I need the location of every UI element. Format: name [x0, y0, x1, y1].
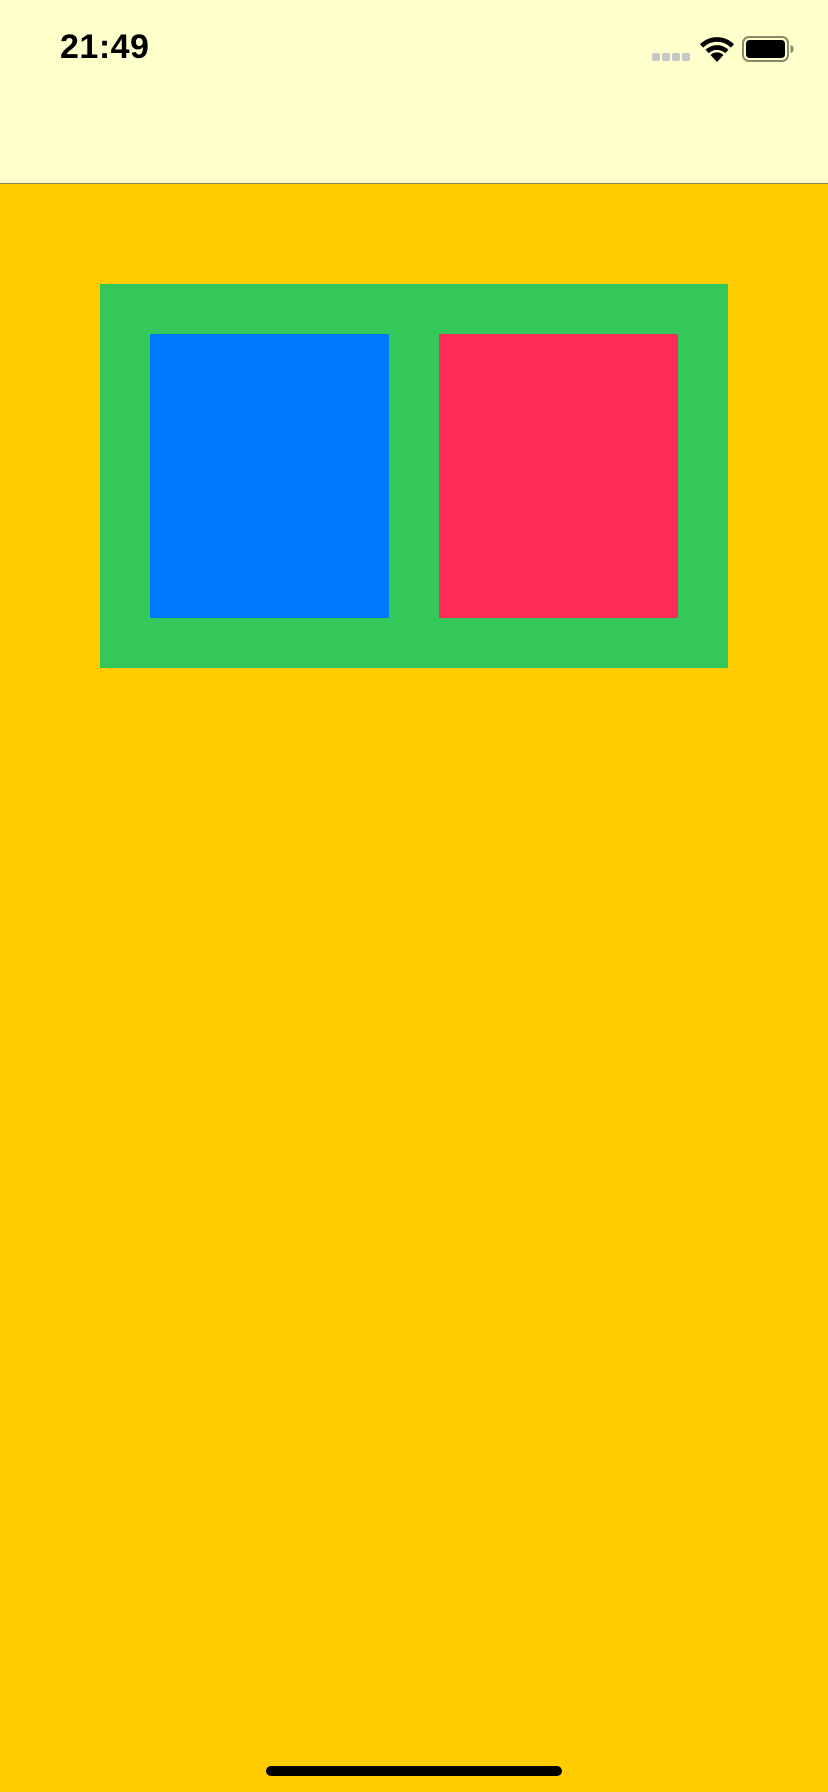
app-screen: 21:49	[0, 0, 828, 1792]
home-indicator[interactable]	[266, 1766, 562, 1776]
navigation-bar: 21:49	[0, 0, 828, 184]
battery-icon	[742, 36, 794, 62]
green-container-view	[100, 284, 728, 668]
blue-tile-view	[150, 334, 389, 618]
status-bar-time: 21:49	[60, 28, 150, 66]
wifi-icon	[700, 37, 734, 62]
red-tile-view	[439, 334, 678, 618]
cellular-signal-icon	[652, 53, 692, 63]
